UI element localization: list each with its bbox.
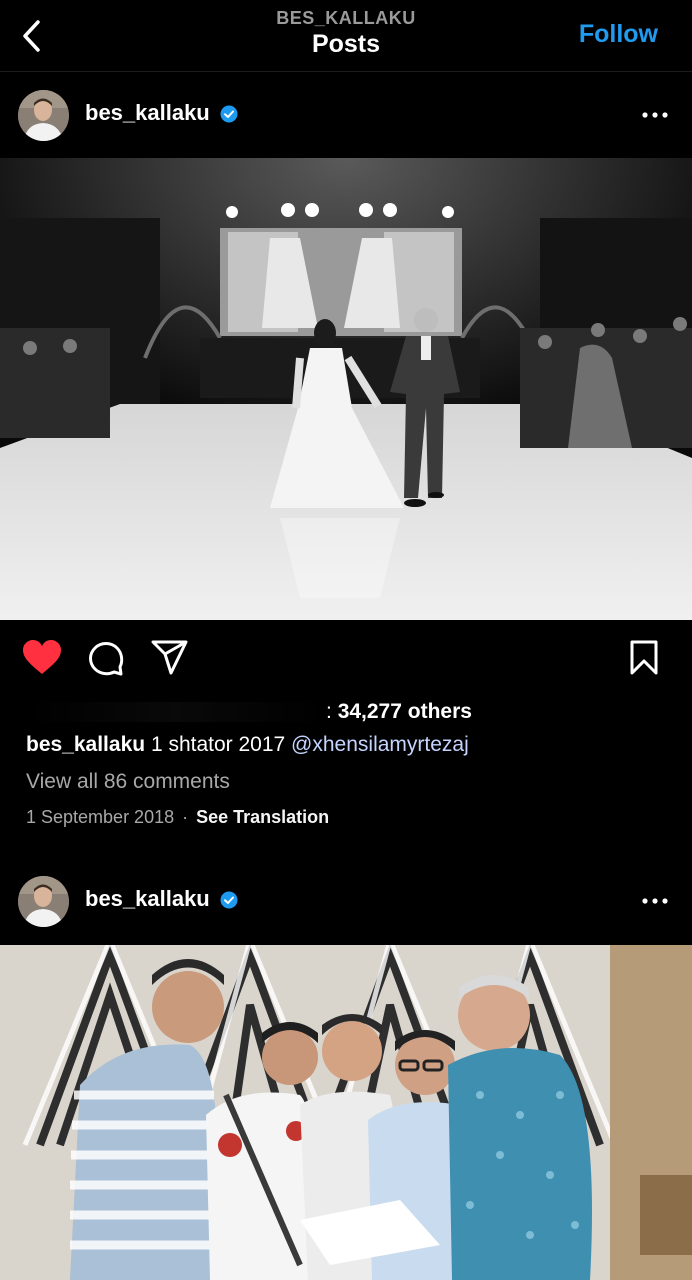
more-dots-icon <box>642 898 668 904</box>
likes-prefix: : <box>326 700 332 723</box>
likes-count: 34,277 others <box>337 700 472 723</box>
comment-icon <box>89 642 124 676</box>
post-username[interactable]: bes_kallaku <box>85 886 210 912</box>
top-bar: BES_KALLAKU Posts Follow <box>0 0 692 72</box>
follow-button[interactable]: Follow <box>579 20 658 49</box>
share-icon <box>151 640 188 675</box>
post-image[interactable] <box>0 158 692 620</box>
obscured-likers <box>26 702 326 723</box>
post-header: bes_kallaku <box>0 72 692 158</box>
view-comments-link[interactable]: View all 86 comments <box>26 770 230 794</box>
caption-text: 1 shtator 2017 <box>150 733 286 756</box>
bookmark-button[interactable] <box>624 638 664 678</box>
post-header: bes_kallaku <box>0 858 692 944</box>
post-caption: bes_kallaku 1 shtator 2017 @xhensilamyrt… <box>26 733 469 757</box>
post-meta: 1 September 2018 · See Translation <box>26 807 329 828</box>
caption-username[interactable]: bes_kallaku <box>26 733 145 756</box>
post-actions <box>0 630 692 688</box>
more-dots-icon <box>642 112 668 118</box>
bookmark-icon <box>630 640 658 675</box>
like-button[interactable] <box>22 638 62 678</box>
heart-icon <box>23 640 61 674</box>
more-options-button[interactable] <box>640 886 670 916</box>
avatar[interactable] <box>18 876 69 927</box>
comment-button[interactable] <box>86 638 126 678</box>
share-button[interactable] <box>150 638 190 678</box>
post-username[interactable]: bes_kallaku <box>85 100 210 126</box>
post-date: 1 September 2018 <box>26 807 175 827</box>
caption-mention[interactable]: @xhensilamyrtezaj <box>291 733 469 756</box>
avatar[interactable] <box>18 90 69 141</box>
verified-badge-icon <box>220 891 238 909</box>
see-translation-link[interactable]: See Translation <box>196 807 329 827</box>
verified-badge-icon <box>220 105 238 123</box>
more-options-button[interactable] <box>640 100 670 130</box>
meta-separator: · <box>182 807 189 827</box>
post-image[interactable] <box>0 945 692 1280</box>
likes-line[interactable]: : 34,277 others <box>26 700 472 724</box>
